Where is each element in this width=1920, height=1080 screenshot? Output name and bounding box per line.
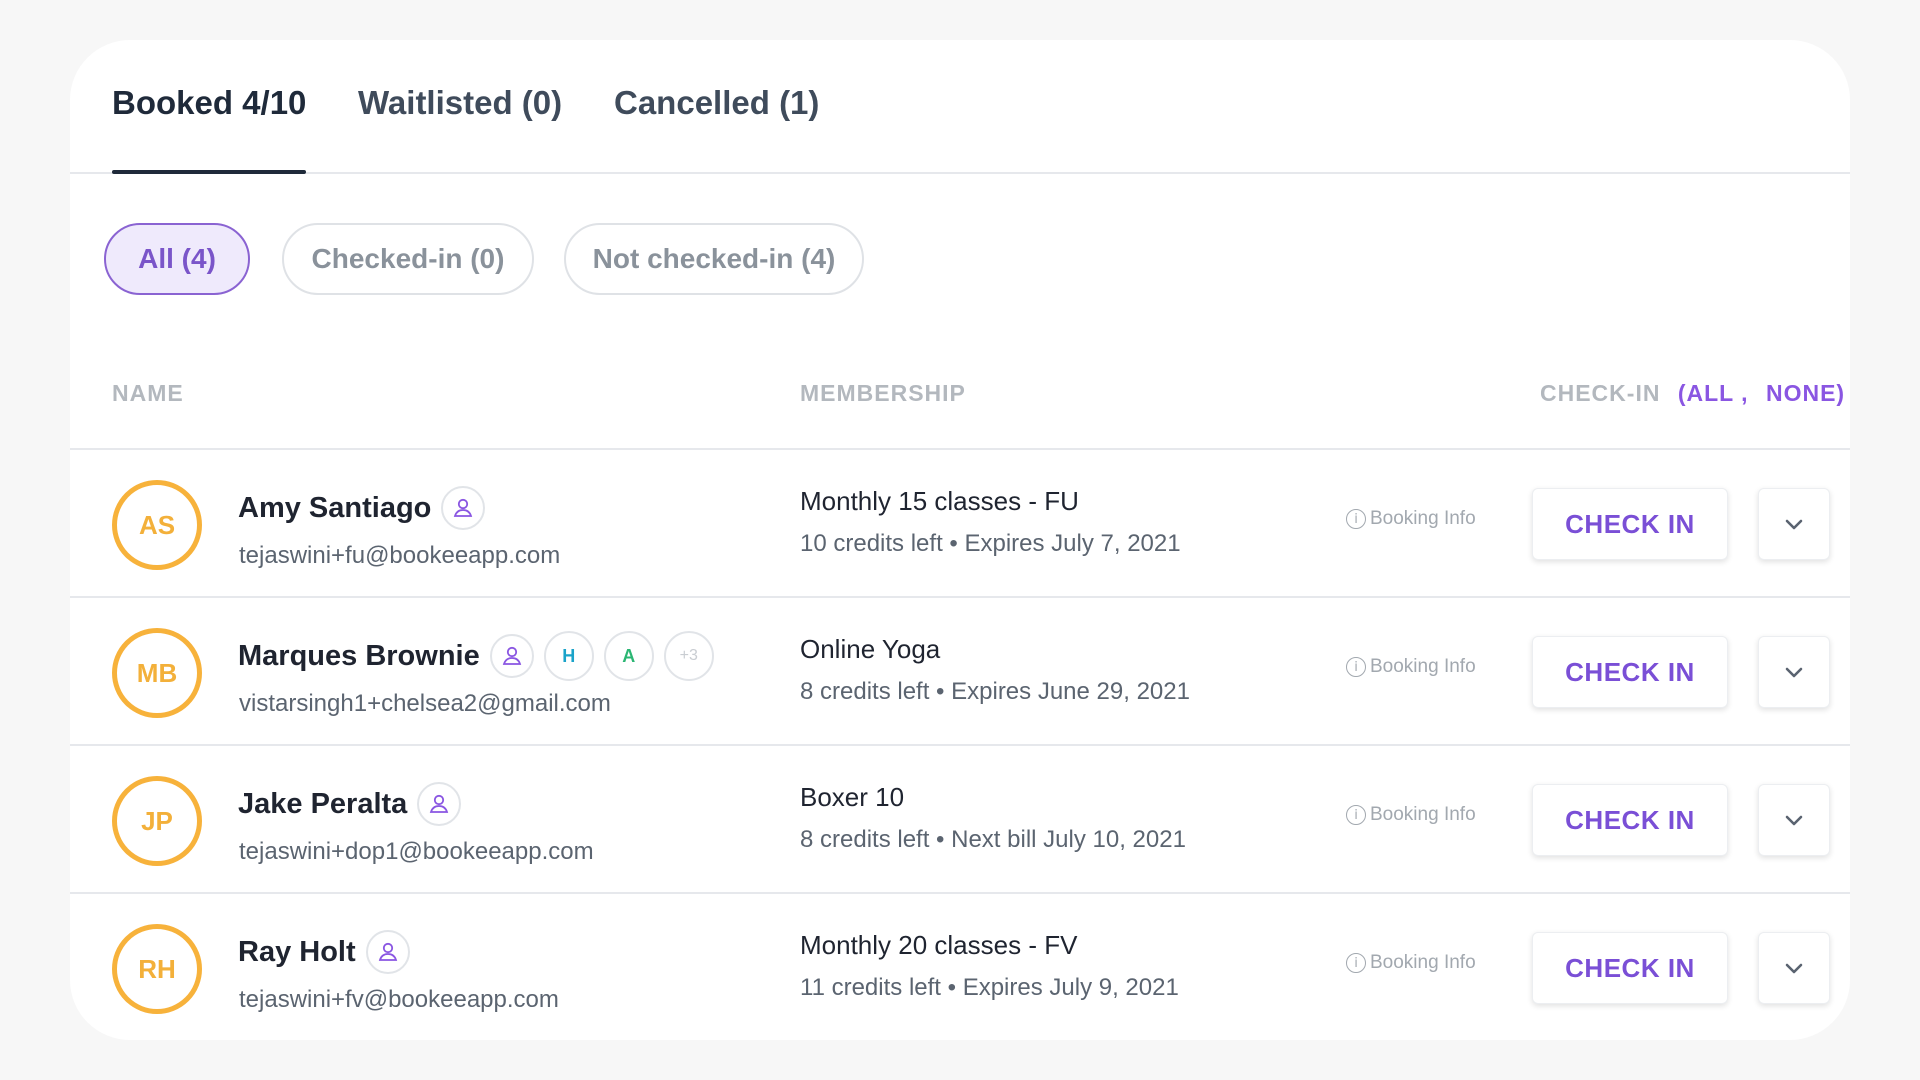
check-in-button[interactable]: CHECK IN	[1532, 784, 1728, 856]
row-options-button[interactable]	[1758, 636, 1830, 708]
booking-info-label: Booking Info	[1370, 804, 1476, 825]
column-header-name: NAME	[112, 380, 184, 406]
chevron-down-icon	[1785, 815, 1803, 826]
booking-info-link[interactable]: i Booking Info	[1346, 952, 1476, 974]
membership-credits: 8 credits left • Expires June 29, 2021	[800, 678, 1190, 705]
booking-info-link[interactable]: i Booking Info	[1346, 656, 1476, 678]
filter-checked-in[interactable]: Checked-in (0)	[282, 223, 534, 295]
table-row: RH Ray Holt tejaswini+fv@bookeeapp.com M…	[70, 894, 1850, 1040]
chevron-down-icon	[1785, 667, 1803, 678]
checkin-none-link[interactable]: NONE)	[1766, 380, 1845, 406]
member-email: vistarsingh1+chelsea2@gmail.com	[239, 690, 611, 717]
member-profile-icon[interactable]	[489, 634, 534, 678]
member-name[interactable]: Ray Holt	[238, 936, 356, 969]
member-profile-icon[interactable]	[441, 486, 486, 530]
member-name[interactable]: Jake Peralta	[238, 788, 407, 821]
row-options-button[interactable]	[1758, 488, 1830, 560]
booking-info-link[interactable]: i Booking Info	[1346, 804, 1476, 826]
filter-not-checked-in[interactable]: Not checked-in (4)	[564, 223, 864, 295]
check-in-button[interactable]: CHECK IN	[1532, 636, 1728, 708]
chevron-down-icon	[1785, 519, 1803, 530]
info-icon: i	[1346, 657, 1366, 677]
name-line: Jake Peralta	[238, 778, 462, 830]
info-icon: i	[1346, 953, 1366, 973]
membership-credits: 8 credits left • Next bill July 10, 2021	[800, 826, 1186, 853]
tab-cancelled[interactable]: Cancelled (1)	[614, 84, 819, 172]
row-options-button[interactable]	[1758, 932, 1830, 1004]
tab-booked[interactable]: Booked 4/10	[112, 84, 307, 174]
member-name[interactable]: Marques Brownie	[238, 640, 480, 673]
checkin-all-link[interactable]: (ALL ,	[1678, 380, 1749, 406]
avatar: JP	[112, 776, 202, 866]
member-email: tejaswini+fu@bookeeapp.com	[239, 542, 561, 569]
avatar: RH	[112, 924, 202, 1014]
booking-info-label: Booking Info	[1370, 508, 1476, 529]
booking-info-label: Booking Info	[1370, 656, 1476, 677]
membership-credits: 10 credits left • Expires July 7, 2021	[800, 530, 1181, 557]
avatar: AS	[112, 480, 202, 570]
booking-info-link[interactable]: i Booking Info	[1346, 508, 1476, 530]
table-header: NAME MEMBERSHIP CHECK-IN (ALL , NONE)	[70, 368, 1850, 450]
check-in-button[interactable]: CHECK IN	[1532, 488, 1728, 560]
name-line: Amy Santiago	[238, 482, 486, 534]
membership-credits: 11 credits left • Expires July 9, 2021	[800, 974, 1179, 1001]
table-row: JP Jake Peralta tejaswini+dop1@bookeeapp…	[70, 746, 1850, 894]
member-profile-icon[interactable]	[417, 782, 462, 826]
tag-badge-a[interactable]: A	[603, 631, 654, 681]
tag-badge-h[interactable]: H	[543, 631, 594, 681]
tab-bar: Booked 4/10 Waitlisted (0) Cancelled (1)	[70, 40, 1850, 174]
checkin-header-label: CHECK-IN	[1540, 380, 1661, 406]
member-name[interactable]: Amy Santiago	[238, 492, 431, 525]
name-line: Marques Brownie H A +3	[238, 630, 714, 682]
check-in-button[interactable]: CHECK IN	[1532, 932, 1728, 1004]
filter-all[interactable]: All (4)	[104, 223, 250, 295]
avatar: MB	[112, 628, 202, 718]
tag-badge-more[interactable]: +3	[663, 631, 714, 681]
booking-info-label: Booking Info	[1370, 952, 1476, 973]
member-email: tejaswini+dop1@bookeeapp.com	[239, 838, 594, 865]
membership-plan: Boxer 10	[800, 782, 905, 812]
table-row: AS Amy Santiago tejaswini+fu@bookeeapp.c…	[70, 450, 1850, 598]
tab-waitlisted[interactable]: Waitlisted (0)	[358, 84, 562, 172]
column-header-checkin: CHECK-IN (ALL , NONE)	[1540, 380, 1845, 407]
chevron-down-icon	[1785, 963, 1803, 974]
membership-plan: Online Yoga	[800, 634, 941, 664]
member-profile-icon[interactable]	[365, 930, 410, 974]
name-line: Ray Holt	[238, 926, 410, 978]
info-icon: i	[1346, 509, 1366, 529]
member-email: tejaswini+fv@bookeeapp.com	[239, 986, 559, 1013]
info-icon: i	[1346, 805, 1366, 825]
table-row: MB Marques Brownie H A +3 vistarsingh1+c…	[70, 598, 1850, 746]
membership-plan: Monthly 15 classes - FU	[800, 486, 1079, 516]
attendee-card: Booked 4/10 Waitlisted (0) Cancelled (1)…	[70, 40, 1850, 1040]
membership-plan: Monthly 20 classes - FV	[800, 930, 1078, 960]
row-options-button[interactable]	[1758, 784, 1830, 856]
column-header-membership: MEMBERSHIP	[800, 380, 966, 406]
